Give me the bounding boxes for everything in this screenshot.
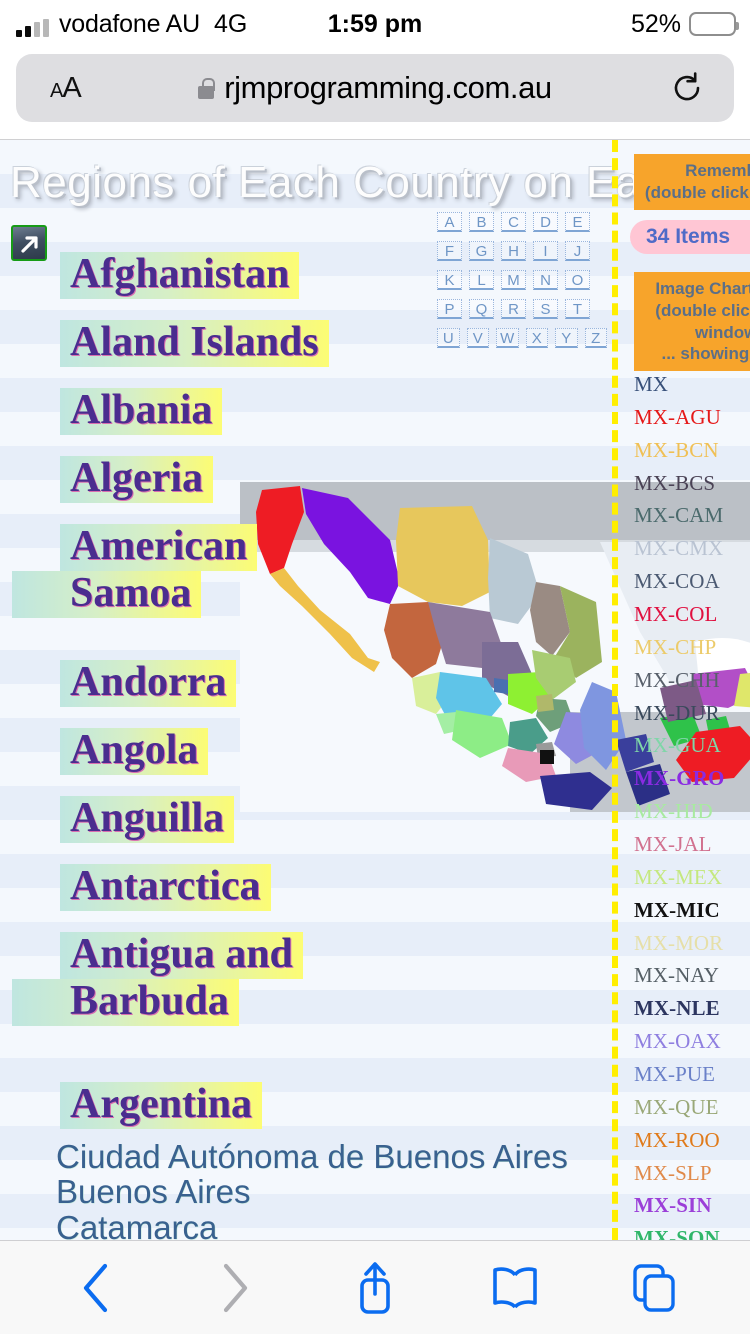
chart-line-1: Image Chart Map ( [655,279,750,298]
region-code-item[interactable]: MX-ROO [634,1124,724,1157]
region-code-item[interactable]: MX-JAL [634,828,724,861]
region-code-item[interactable]: MX-OAX [634,1025,724,1058]
country-entry: Anguilla [0,796,600,864]
tabs-icon[interactable] [619,1257,689,1319]
status-right-group: 52% [630,9,739,39]
country-link[interactable]: Algeria [60,456,213,503]
region-code-item[interactable]: MX-SLP [634,1157,724,1190]
country-link[interactable]: Antarctica [60,864,271,911]
items-count-badge: 34 Items [630,220,750,254]
country-entry: Aland Islands [0,320,600,388]
region-code-item[interactable]: MX [634,368,724,401]
country-entry: Albania [0,388,600,456]
region-code-item[interactable]: MX-BCS [634,467,724,500]
country-link[interactable]: Andorra [60,660,237,707]
browser-toolbar-bottom [0,1240,750,1334]
remember-line-1: Remember [685,161,750,180]
share-icon[interactable] [340,1257,410,1319]
alphabet-link-B[interactable]: B [469,212,494,232]
chart-line-3: window) [695,322,750,342]
alphabet-link-C[interactable]: C [501,212,526,232]
region-code-item[interactable]: MX-DUR [634,697,724,730]
country-entry: Angola [0,728,600,796]
ios-status-bar: vodafone AU 4G 1:59 pm 52% [0,0,750,48]
chart-line-4: ... showing ... Me [661,344,750,364]
region-code-item[interactable]: MX-SIN [634,1189,724,1222]
back-icon[interactable] [61,1257,131,1319]
image-chart-map-button[interactable]: Image Chart Map ( (double click uses win… [634,272,750,371]
region-code-item[interactable]: MX-MEX [634,861,724,894]
region-item[interactable]: Buenos Aires [56,1174,600,1210]
country-entry: Antigua and Barbuda [0,932,600,1068]
country-entry: Andorra [0,660,600,728]
country-list: Afghanistan Aland Islands Albania Algeria Am… [0,252,600,1240]
forward-icon[interactable] [200,1257,270,1319]
browser-toolbar-top: AAAA rjmprogramming.com.au [0,48,750,140]
region-code-item[interactable]: MX-NAY [634,959,724,992]
chart-line-2: (double click uses [655,300,750,320]
region-code-item[interactable]: MX-GUA [634,729,724,762]
region-code-item[interactable]: MX-CHH [634,664,724,697]
country-entry: Argentina [0,1068,600,1136]
region-code-item[interactable]: MX-AGU [634,401,724,434]
country-link[interactable]: American [60,524,258,571]
status-left-group: vodafone AU 4G [16,9,248,38]
network-type-label: 4G [213,9,248,38]
alphabet-row: ABCDE [437,212,607,232]
country-link[interactable]: Afghanistan [60,252,300,299]
region-item[interactable]: Ciudad Autónoma de Buenos Aires [56,1139,600,1175]
country-link[interactable]: Anguilla [60,796,235,843]
region-code-item[interactable]: MX-NLE [634,992,724,1025]
region-code-item[interactable]: MX-MOR [634,927,724,960]
alphabet-link-A[interactable]: A [437,212,462,232]
region-code-item[interactable]: MX-CAM [634,499,724,532]
region-code-item[interactable]: MX-HID [634,795,724,828]
right-side-panel: Remember (double click clears f 34 Items… [612,140,750,1240]
region-code-item[interactable]: MX-MIC [634,894,724,927]
country-entry: Antarctica [0,864,600,932]
battery-percent-label: 52% [630,9,681,38]
country-link[interactable]: Argentina [60,1082,262,1129]
alphabet-link-E[interactable]: E [565,212,590,232]
reload-icon[interactable] [670,71,704,105]
country-entry: Algeria [0,456,600,524]
remember-line-2: (double click clears f [644,182,750,202]
lock-icon [198,77,215,99]
country-link[interactable]: Antigua and [60,932,303,979]
country-link[interactable]: Samoa [12,570,202,618]
region-code-item[interactable]: MX-QUE [634,1091,724,1124]
clock-label: 1:59 pm [327,9,423,38]
region-code-item[interactable]: MX-BCN [634,434,724,467]
web-page-content: Regions of Each Country on Earth ABCDEFG… [0,140,750,1240]
region-code-list: MX MX-AGU MX-BCN MX-BCS MX-CAM MX-CMX MX-COA MX… [634,368,724,1240]
region-list-argentina: Ciudad Autónoma de Buenos Aires Buenos Ai… [0,1139,600,1240]
country-link[interactable]: Barbuda [12,978,239,1026]
country-link[interactable]: Albania [60,388,223,435]
signal-strength-icon [16,18,49,37]
region-code-item[interactable]: MX-PUE [634,1058,724,1091]
country-link[interactable]: Angola [60,728,209,775]
region-code-item[interactable]: MX-COL [634,598,724,631]
country-link[interactable]: Aland Islands [60,320,329,367]
battery-icon [689,12,739,36]
region-code-item[interactable]: MX-COA [634,565,724,598]
region-code-item[interactable]: MX-CMX [634,532,724,565]
alphabet-link-D[interactable]: D [533,212,558,232]
carrier-label: vodafone AU [59,9,200,38]
country-entry: American Samoa [0,524,600,660]
region-code-item[interactable]: MX-SON [634,1222,724,1240]
remember-button[interactable]: Remember (double click clears f [634,154,750,210]
bookmarks-icon[interactable] [480,1257,550,1319]
page-title: Regions of Each Country on Earth [10,158,694,207]
url-display-group[interactable]: rjmprogramming.com.au [16,70,734,106]
address-bar[interactable]: AAAA rjmprogramming.com.au [16,54,734,122]
url-text: rjmprogramming.com.au [224,70,552,105]
region-code-item[interactable]: MX-GRO [634,762,724,795]
country-entry: Afghanistan [0,252,600,320]
region-code-item[interactable]: MX-CHP [634,631,724,664]
region-item[interactable]: Catamarca [56,1209,600,1240]
